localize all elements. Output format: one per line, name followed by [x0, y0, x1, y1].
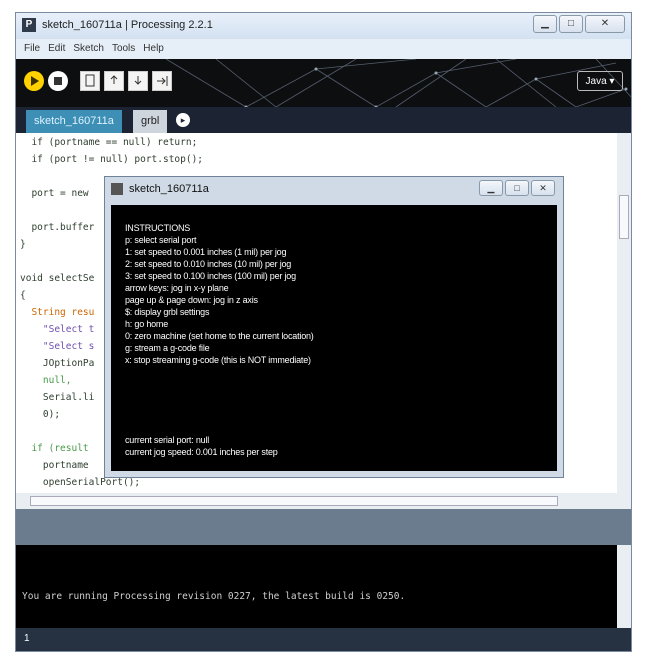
menu-bar: File Edit Sketch Tools Help: [16, 39, 631, 59]
editor-vertical-scrollbar[interactable]: [617, 133, 631, 493]
serial-port-status: current serial port: null: [125, 435, 210, 445]
toolbar: Java ▾: [16, 59, 631, 107]
sketch-canvas[interactable]: INSTRUCTIONS p: select serial port 1: se…: [111, 205, 557, 471]
tab-grbl[interactable]: grbl: [133, 110, 168, 133]
code-line: "Select s: [20, 341, 95, 352]
open-icon[interactable]: [104, 71, 124, 91]
mode-selector[interactable]: Java ▾: [577, 71, 623, 91]
sketch-window-icon: [111, 183, 123, 195]
sketch-close-icon[interactable]: ✕: [531, 180, 555, 196]
tabs-bar: sketch_160711a grbl ▸: [16, 107, 631, 133]
line-number: 1: [24, 633, 30, 644]
code-line: port.buffer: [20, 222, 95, 233]
sketch-output-window: sketch_160711a ▁ □ ✕ INSTRUCTIONS p: sel…: [104, 176, 564, 478]
export-icon[interactable]: [152, 71, 172, 91]
menu-tools[interactable]: Tools: [112, 39, 135, 59]
sketch-window-title: sketch_160711a: [129, 183, 209, 195]
console-message: You are running Processing revision 0227…: [22, 591, 406, 602]
editor-scroll-thumb[interactable]: [619, 195, 629, 239]
minimize-icon[interactable]: ▁: [533, 15, 557, 33]
instruction-line: arrow keys: jog in x-y plane: [125, 283, 229, 293]
save-icon[interactable]: [128, 71, 148, 91]
instruction-line: 3: set speed to 0.100 inches (100 mil) p…: [125, 271, 296, 281]
code-line: if (portname == null) return;: [20, 137, 198, 148]
run-icon[interactable]: [24, 71, 44, 91]
instruction-line: INSTRUCTIONS: [125, 223, 191, 233]
sketch-maximize-icon[interactable]: □: [505, 180, 529, 196]
code-line: if (result: [20, 443, 89, 454]
title-bar: P sketch_160711a | Processing 2.2.1 ▁ □ …: [16, 13, 631, 39]
code-line: }: [20, 239, 26, 250]
instruction-line: 0: zero machine (set home to the current…: [125, 331, 314, 341]
new-icon[interactable]: [80, 71, 100, 91]
instruction-line: $: display grbl settings: [125, 307, 210, 317]
code-line: String resu: [20, 307, 95, 318]
mode-label: Java: [585, 76, 607, 87]
maximize-icon[interactable]: □: [559, 15, 583, 33]
code-line: null,: [20, 375, 72, 386]
code-line: if (port != null) port.stop();: [20, 154, 204, 165]
tab-menu-arrow-icon[interactable]: ▸: [176, 113, 190, 127]
code-line: portname: [20, 460, 89, 471]
code-line: Serial.li: [20, 392, 95, 403]
sketch-minimize-icon[interactable]: ▁: [479, 180, 503, 196]
console-scrollbar[interactable]: [617, 545, 631, 628]
menu-sketch[interactable]: Sketch: [73, 39, 104, 59]
editor-hscroll-thumb[interactable]: [30, 496, 558, 506]
instruction-line: 2: set speed to 0.010 inches (10 mil) pe…: [125, 259, 292, 269]
code-line: port = new: [20, 188, 89, 199]
window-title: sketch_160711a | Processing 2.2.1: [42, 19, 213, 31]
console: You are running Processing revision 0227…: [16, 545, 619, 628]
instruction-line: g: stream a g-code file: [125, 343, 210, 353]
code-line: "Select t: [20, 324, 95, 335]
status-bar: 1: [16, 628, 631, 651]
code-line: JOptionPa: [20, 358, 95, 369]
message-area: [16, 509, 631, 545]
close-icon[interactable]: ✕: [585, 15, 625, 33]
instruction-line: x: stop streaming g-code (this is NOT im…: [125, 355, 311, 365]
instruction-line: h: go home: [125, 319, 169, 329]
code-line: openSerialPort();: [20, 477, 141, 488]
menu-help[interactable]: Help: [143, 39, 164, 59]
instruction-line: page up & page down: jog in z axis: [125, 295, 258, 305]
code-line: void selectSe: [20, 273, 95, 284]
jog-speed-status: current jog speed: 0.001 inches per step: [125, 447, 278, 457]
tab-sketch[interactable]: sketch_160711a: [26, 110, 122, 133]
stop-icon[interactable]: [48, 71, 68, 91]
instruction-line: 1: set speed to 0.001 inches (1 mil) per…: [125, 247, 287, 257]
instruction-line: p: select serial port: [125, 235, 197, 245]
code-line: {: [20, 290, 26, 301]
code-line: 0);: [20, 409, 61, 420]
menu-file[interactable]: File: [24, 39, 40, 59]
processing-app-icon: P: [22, 18, 36, 32]
editor-horizontal-scrollbar[interactable]: [16, 493, 631, 509]
menu-edit[interactable]: Edit: [48, 39, 65, 59]
